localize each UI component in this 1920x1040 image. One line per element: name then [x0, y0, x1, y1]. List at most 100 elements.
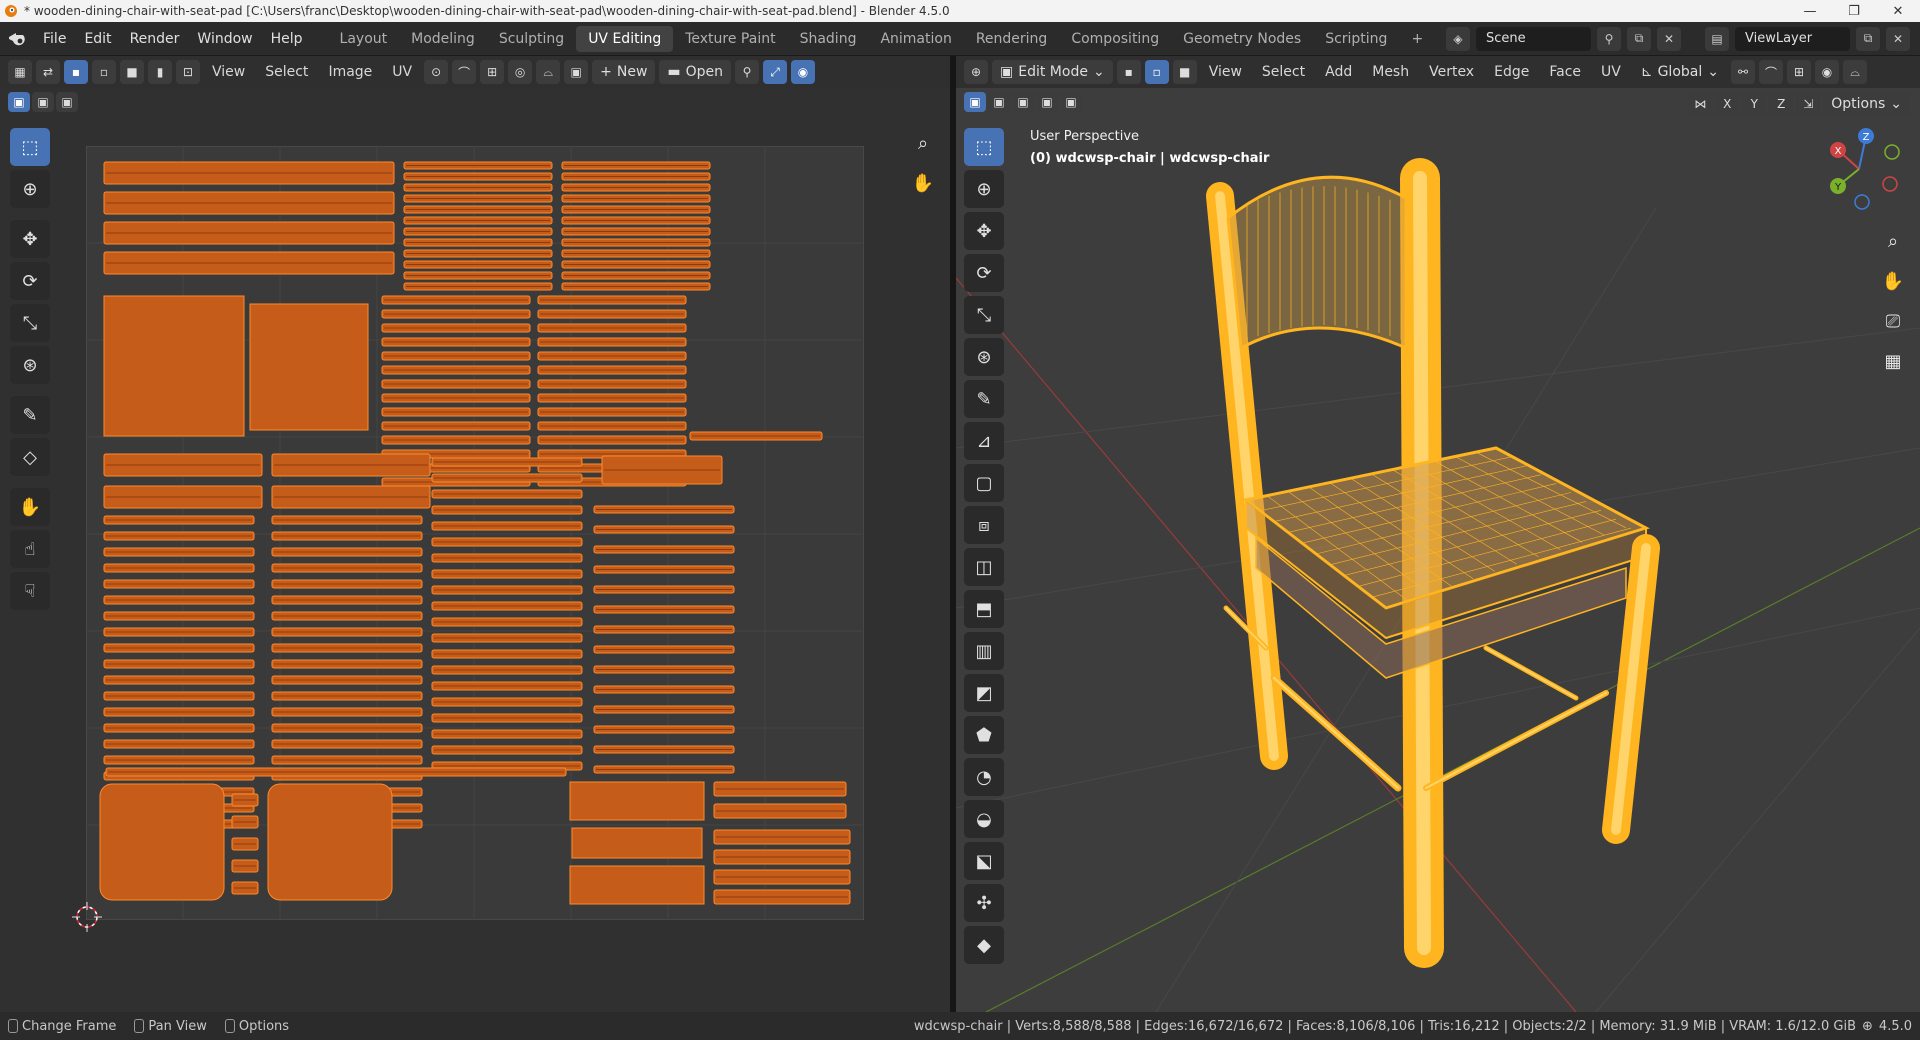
image-browse-icon[interactable]: ▣ [564, 60, 589, 84]
vp-menu-vertex[interactable]: Vertex [1421, 64, 1482, 80]
2d-cursor-icon[interactable] [70, 900, 104, 934]
mirror-z-toggle[interactable]: Z [1769, 92, 1794, 116]
tab-compositing[interactable]: Compositing [1059, 26, 1171, 52]
uv-menu-view[interactable]: View [204, 64, 253, 80]
cursor-tool-icon[interactable]: ⊕ [10, 170, 50, 208]
viewport-editor-type-icon[interactable]: ⊕ [964, 60, 988, 84]
select-extend-icon[interactable]: ▣ [32, 92, 54, 112]
transform-tool-icon[interactable]: ⊛ [10, 346, 50, 384]
rotate-tool-icon[interactable]: ⟳ [10, 262, 50, 300]
viewport-scene[interactable] [956, 88, 1920, 1012]
snap-icon[interactable]: ⌒ [452, 60, 477, 84]
knife-tool-icon[interactable]: ◩ [964, 674, 1004, 712]
pin-icon[interactable]: ⚲ [735, 60, 760, 84]
move-tool-icon[interactable]: ✥ [10, 220, 50, 258]
uv-menu-uv[interactable]: UV [384, 64, 420, 80]
face-mode-icon[interactable]: ■ [1172, 60, 1197, 84]
tab-rendering[interactable]: Rendering [964, 26, 1060, 52]
vp-menu-view[interactable]: View [1201, 64, 1250, 80]
vp-falloff-icon[interactable]: ⌓ [1842, 60, 1867, 84]
ortho-grid-icon[interactable]: ▦ [1878, 346, 1908, 376]
select-subtract-icon[interactable]: ▣ [56, 92, 78, 112]
open-image-button[interactable]: ▬ Open [659, 60, 732, 84]
vp-select-intersect-icon[interactable]: ▣ [1060, 92, 1082, 112]
tab-sculpting[interactable]: Sculpting [487, 26, 576, 52]
vertex-select-icon[interactable]: ▪ [64, 60, 88, 84]
vp-menu-mesh[interactable]: Mesh [1364, 64, 1417, 80]
mode-dropdown[interactable]: ▣ Edit Mode ⌄ [992, 60, 1113, 84]
falloff-icon[interactable]: ⌓ [536, 60, 561, 84]
vp-menu-face[interactable]: Face [1541, 64, 1589, 80]
uv-menu-select[interactable]: Select [257, 64, 316, 80]
tab-shading[interactable]: Shading [788, 26, 869, 52]
new-scene-icon[interactable]: ⧉ [1627, 26, 1651, 51]
extrude-tool-icon[interactable]: ⧈ [964, 506, 1004, 544]
vp-snap-icon[interactable]: ⌒ [1758, 60, 1783, 84]
shrink-fatten-tool-icon[interactable]: ✣ [964, 884, 1004, 922]
new-viewlayer-icon[interactable]: ⧉ [1856, 26, 1880, 51]
relax-tool-icon[interactable]: ☝ [10, 530, 50, 568]
delete-scene-icon[interactable]: ✕ [1657, 26, 1681, 51]
navigation-gizmo[interactable]: Z X Y [1814, 124, 1904, 214]
menu-edit[interactable]: Edit [75, 27, 120, 51]
vp-scale-tool-icon[interactable]: ⤡ [964, 296, 1004, 334]
transform-orientation-dropdown[interactable]: ⊾ Global ⌄ [1633, 60, 1727, 84]
auto-merge-icon[interactable]: ⇲ [1796, 92, 1821, 116]
3d-viewport[interactable]: ▣ ▣ ▣ ▣ ▣ ⋈ X Y Z ⇲ Options ⌄ ⬚ ⊕ ✥ ⟳ ⤡ ⊛… [956, 88, 1920, 1012]
rip-tool-icon[interactable]: ◇ [10, 438, 50, 476]
smooth-tool-icon[interactable]: ◒ [964, 800, 1004, 838]
poly-build-tool-icon[interactable]: ⬟ [964, 716, 1004, 754]
vertex-mode-icon[interactable]: ▪ [1116, 60, 1141, 84]
vp-proportional-icon[interactable]: ◉ [1814, 60, 1839, 84]
grab-tool-icon[interactable]: ✋ [10, 488, 50, 526]
mirror-x-toggle[interactable]: X [1715, 92, 1740, 116]
uv-display-icon[interactable]: ⤢ [763, 60, 788, 84]
tab-uv-editing[interactable]: UV Editing [576, 25, 674, 52]
tab-animation[interactable]: Animation [868, 26, 963, 52]
scene-selector-icon[interactable]: ◈ [1446, 26, 1470, 51]
tab-scripting[interactable]: Scripting [1313, 26, 1399, 52]
pivot-icon[interactable]: ⚯ [1730, 60, 1755, 84]
add-cube-tool-icon[interactable]: ▢ [964, 464, 1004, 502]
viewlayer-selector-icon[interactable]: ▤ [1705, 26, 1729, 51]
vp-snap-target-icon[interactable]: ⊞ [1786, 60, 1811, 84]
tab-layout[interactable]: Layout [328, 26, 400, 52]
shear-tool-icon[interactable]: ◆ [964, 926, 1004, 964]
island-select-icon[interactable]: ▮ [148, 60, 172, 84]
scale-tool-icon[interactable]: ⤡ [10, 304, 50, 342]
proportional-edit-icon[interactable]: ◎ [508, 60, 533, 84]
select-new-icon[interactable]: ▣ [8, 92, 30, 112]
sticky-select-icon[interactable]: ⊡ [176, 60, 200, 84]
vp-pan-hand-icon[interactable]: ✋ [1878, 266, 1908, 296]
vp-menu-edge[interactable]: Edge [1486, 64, 1537, 80]
blender-logo-icon[interactable] [0, 31, 34, 47]
annotate-tool-icon[interactable]: ✎ [10, 396, 50, 434]
measure-tool-icon[interactable]: ⊿ [964, 422, 1004, 460]
menu-window[interactable]: Window [188, 27, 261, 51]
bevel-tool-icon[interactable]: ⬒ [964, 590, 1004, 628]
tab-modeling[interactable]: Modeling [399, 26, 487, 52]
vp-rotate-tool-icon[interactable]: ⟳ [964, 254, 1004, 292]
editor-type-icon[interactable]: ▦ [8, 60, 32, 84]
scene-field[interactable]: Scene [1476, 26, 1591, 51]
pinch-tool-icon[interactable]: ☟ [10, 572, 50, 610]
vp-cursor-tool-icon[interactable]: ⊕ [964, 170, 1004, 208]
edge-select-icon[interactable]: ▫ [92, 60, 116, 84]
pan-hand-icon[interactable]: ✋ [908, 168, 938, 198]
vp-select-new-icon[interactable]: ▣ [964, 92, 986, 112]
sync-selection-icon[interactable]: ⇄ [36, 60, 60, 84]
vp-select-subtract-icon[interactable]: ▣ [1012, 92, 1034, 112]
vp-menu-select[interactable]: Select [1254, 64, 1313, 80]
maximize-button[interactable]: ❐ [1832, 0, 1876, 22]
uv-menu-image[interactable]: Image [320, 64, 380, 80]
options-dropdown[interactable]: Options ⌄ [1823, 92, 1910, 116]
camera-view-icon[interactable]: ⎚ [1878, 306, 1908, 336]
overlays-icon[interactable]: ◉ [791, 60, 816, 84]
select-box-tool-icon[interactable]: ⬚ [10, 128, 50, 166]
uv-editor-canvas[interactable]: ▣ ▣ ▣ ⬚ ⊕ ✥ ⟳ ⤡ ⊛ ✎ ◇ ✋ ☝ ☟ ⌕ ✋ [0, 88, 950, 1012]
edge-mode-icon[interactable]: ▫ [1144, 60, 1169, 84]
add-workspace-button[interactable]: + [1399, 26, 1435, 52]
delete-viewlayer-icon[interactable]: ✕ [1886, 26, 1910, 51]
mirror-icon[interactable]: ⋈ [1688, 92, 1713, 116]
loop-cut-tool-icon[interactable]: ▥ [964, 632, 1004, 670]
